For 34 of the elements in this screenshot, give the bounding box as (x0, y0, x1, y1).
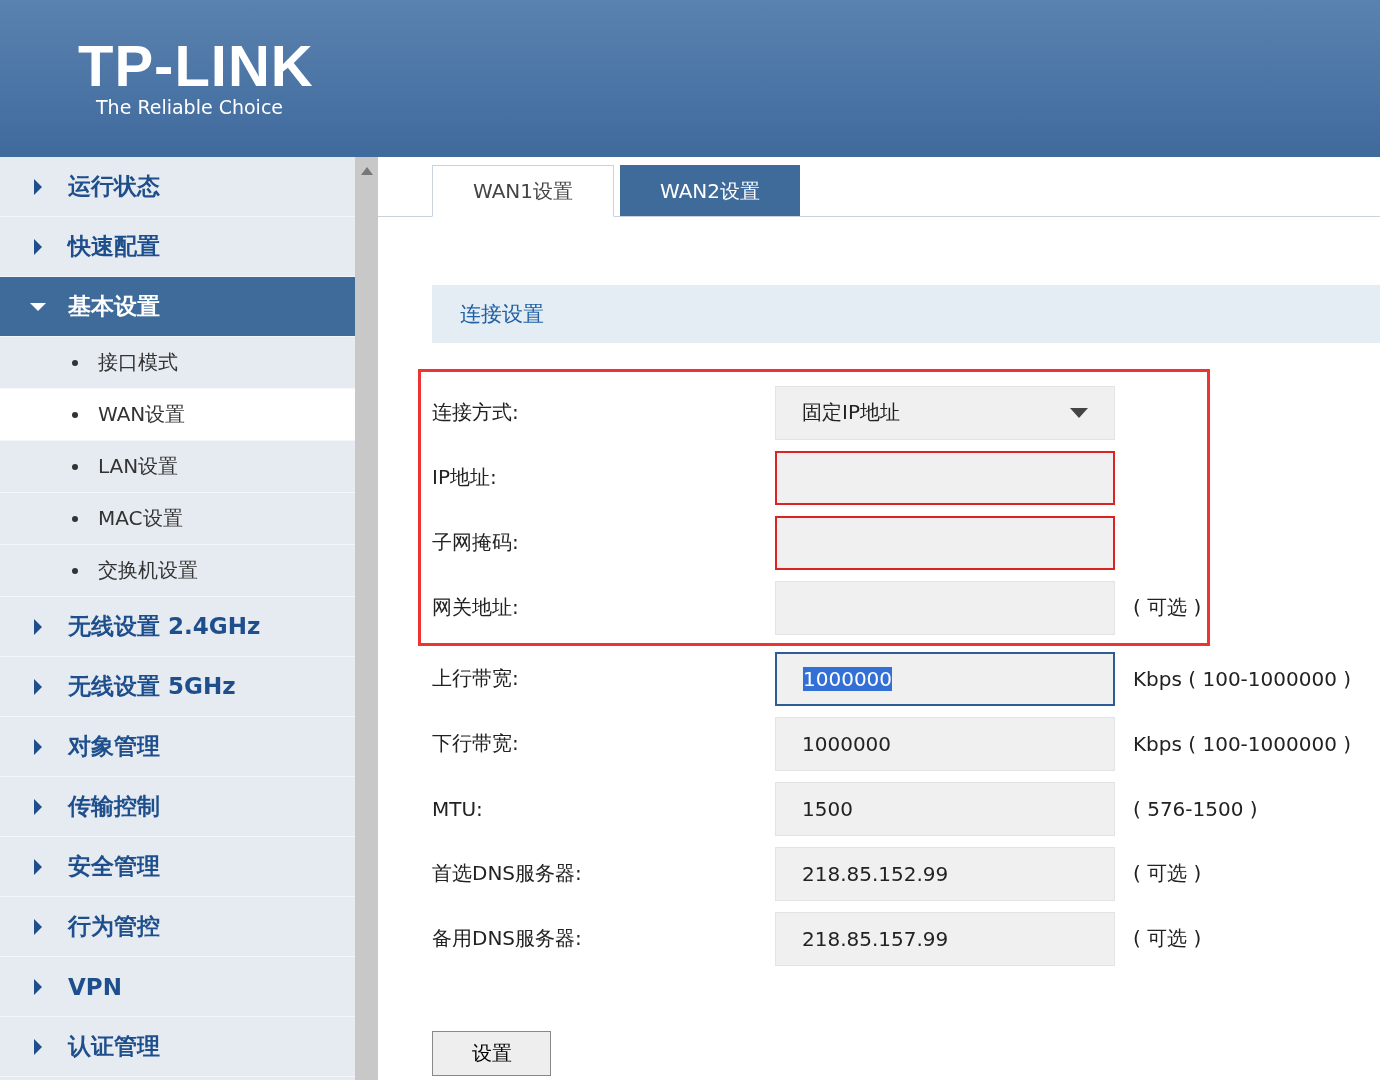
submenu-item[interactable]: WAN设置 (0, 389, 355, 441)
input-field[interactable]: 1000000 (775, 716, 1115, 771)
connection-type-select[interactable]: 固定IP地址 (775, 385, 1115, 440)
input-field[interactable]: 218.85.157.99 (775, 911, 1115, 966)
field-label: 上行带宽: (432, 665, 520, 692)
field-hint: ( 可选 ) (1133, 594, 1203, 621)
menu-item[interactable]: 基本设置 (0, 277, 355, 337)
input-field[interactable]: 1000000 (775, 651, 1115, 706)
input-field[interactable] (775, 450, 1115, 505)
field-hint: ( 可选 ) (1133, 925, 1203, 952)
field-label: 备用DNS服务器: (432, 925, 583, 952)
tab[interactable]: WAN1设置 (432, 165, 614, 217)
input-field[interactable] (775, 515, 1115, 570)
field-label: 连接方式: (432, 399, 520, 426)
field-hint: Kbps ( 100-1000000 ) (1133, 666, 1353, 691)
dropdown-caret-icon (1070, 407, 1088, 418)
tab[interactable]: WAN2设置 (620, 165, 800, 216)
field-label: MTU: (432, 796, 484, 821)
field-hint: ( 576-1500 ) (1133, 796, 1259, 821)
input-field[interactable]: 218.85.152.99 (775, 846, 1115, 901)
scroll-up-icon (360, 167, 373, 175)
field-label: 子网掩码: (432, 529, 520, 556)
field-label: 首选DNS服务器: (432, 860, 583, 887)
tagline: The Reliable Choice (96, 96, 284, 118)
section-title: 连接设置 (460, 301, 544, 328)
field-label: 下行带宽: (432, 730, 520, 757)
save-button[interactable]: 设置 (432, 1031, 551, 1076)
field-label: 网关地址: (432, 594, 520, 621)
field-label: IP地址: (432, 464, 498, 491)
field-hint: Kbps ( 100-1000000 ) (1133, 731, 1353, 756)
scrollbar[interactable] (355, 157, 378, 1080)
input-field[interactable]: 1500 (775, 781, 1115, 836)
logo: TP-LINK (78, 36, 314, 96)
field-hint: ( 可选 ) (1133, 860, 1203, 887)
